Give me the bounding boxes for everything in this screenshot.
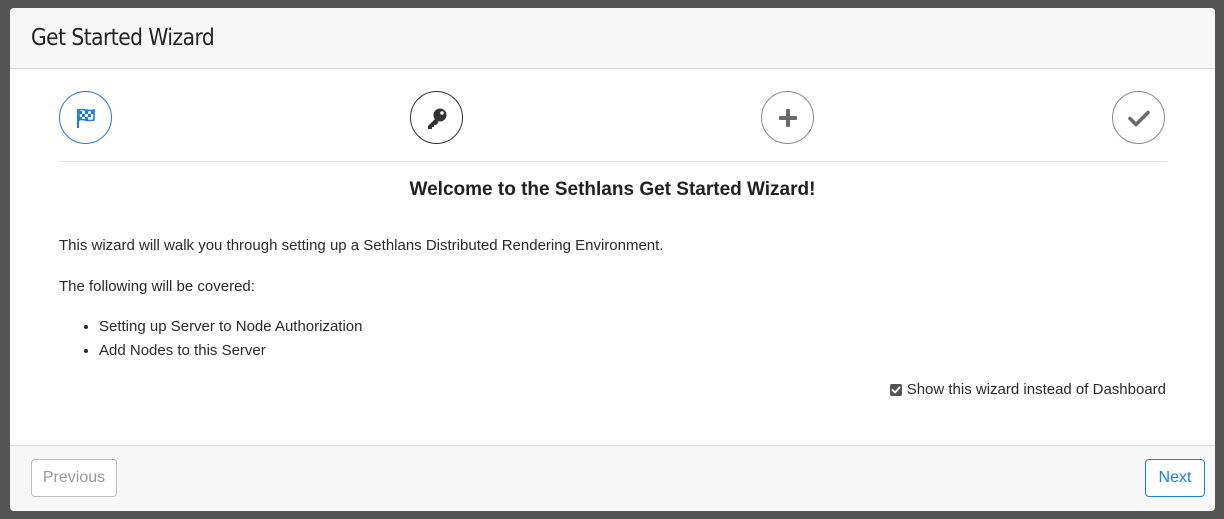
list-item: Setting up Server to Node Authorization bbox=[99, 315, 363, 339]
modal-header: Get Started Wizard bbox=[10, 8, 1215, 69]
intro-text: This wizard will walk you through settin… bbox=[59, 237, 664, 254]
previous-button[interactable]: Previous bbox=[31, 459, 117, 497]
flag-checkered-icon bbox=[74, 106, 98, 130]
plus-icon bbox=[777, 107, 799, 129]
welcome-heading: Welcome to the Sethlans Get Started Wiza… bbox=[409, 179, 816, 200]
step-start[interactable] bbox=[59, 91, 112, 144]
show-wizard-checkbox[interactable] bbox=[889, 383, 902, 396]
show-wizard-label: Show this wizard instead of Dashboard bbox=[906, 381, 1166, 398]
next-button[interactable]: Next bbox=[1145, 459, 1205, 497]
modal-footer: Previous Next bbox=[10, 445, 1215, 511]
modal-title: Get Started Wizard bbox=[31, 25, 215, 51]
check-icon bbox=[1127, 106, 1151, 130]
wizard-modal: Get Started Wizard Welcome to the Sethla… bbox=[10, 8, 1215, 511]
show-wizard-option[interactable]: Show this wizard instead of Dashboard bbox=[889, 381, 1166, 398]
step-authorization[interactable] bbox=[410, 91, 463, 144]
key-icon bbox=[424, 105, 450, 131]
step-finish[interactable] bbox=[1112, 91, 1165, 144]
covered-list: Setting up Server to Node Authorization … bbox=[59, 315, 363, 363]
wizard-steps bbox=[59, 78, 1167, 162]
list-item: Add Nodes to this Server bbox=[99, 339, 363, 363]
checkmark-icon bbox=[891, 386, 901, 393]
covered-label: The following will be covered: bbox=[59, 278, 255, 295]
step-add-nodes[interactable] bbox=[761, 91, 814, 144]
